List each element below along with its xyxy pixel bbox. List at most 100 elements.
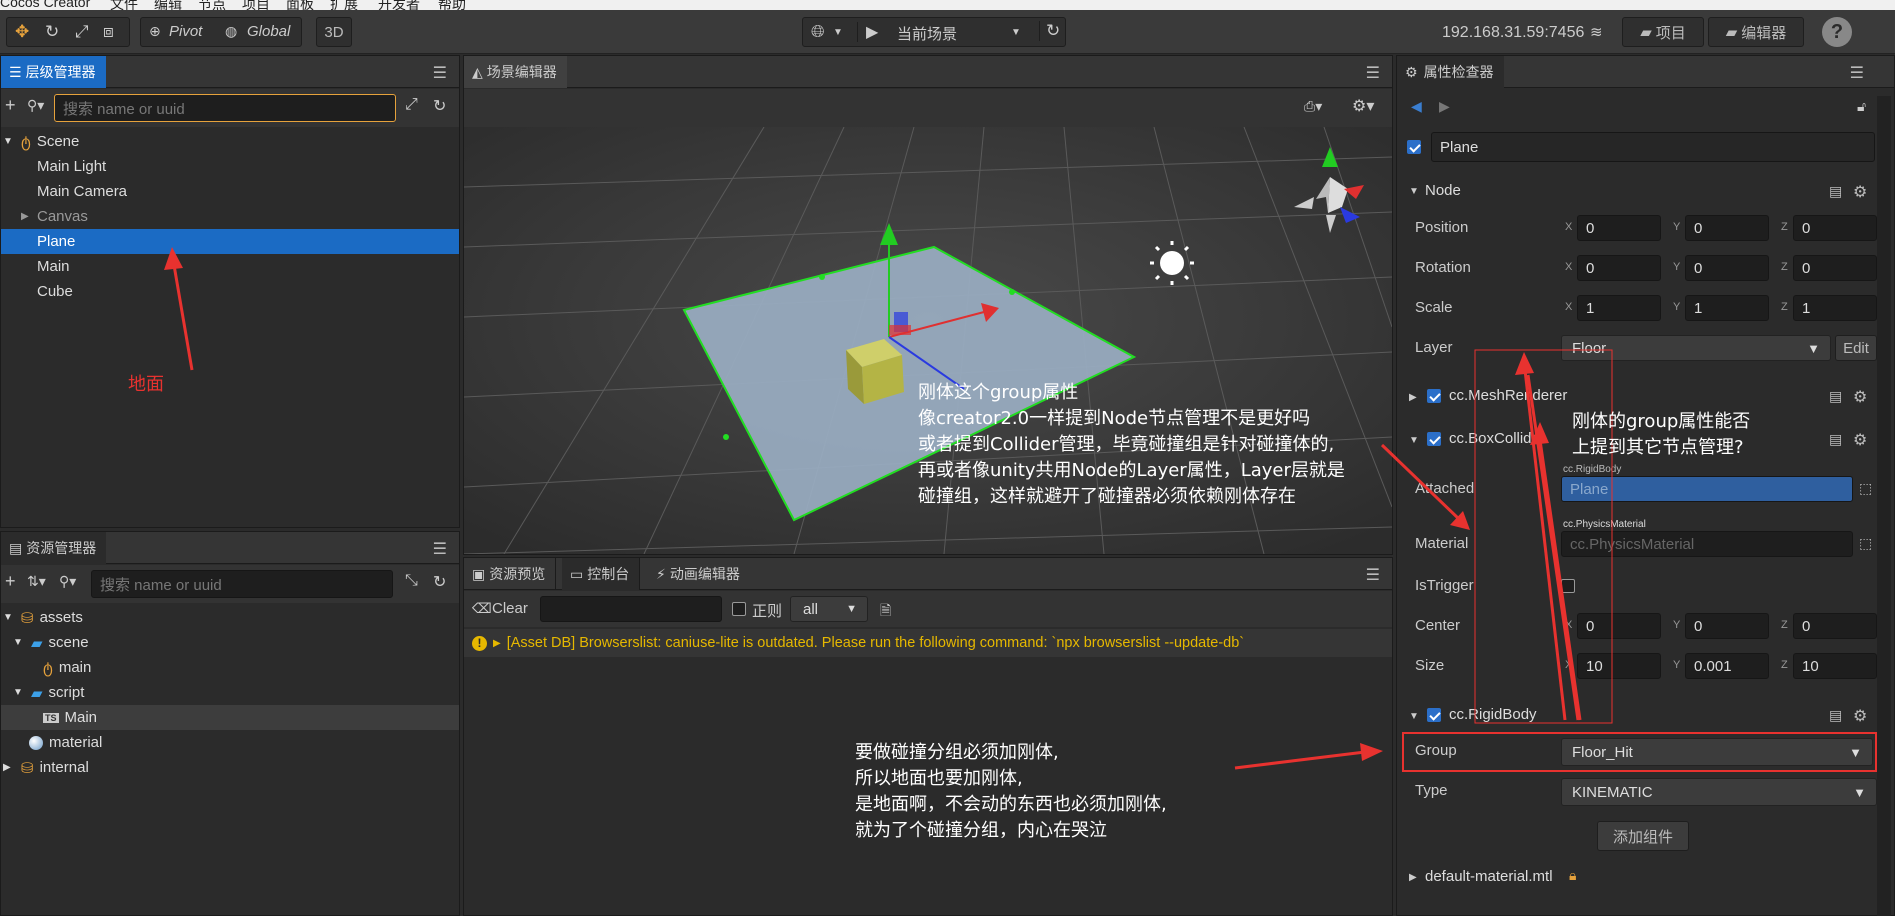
console-filter-input[interactable] xyxy=(540,596,722,622)
log-level-select[interactable]: all ▼ xyxy=(790,596,868,622)
asset-item-assets[interactable]: ▼ ⛁ assets xyxy=(1,605,459,630)
tree-item-scene[interactable]: ▼ ტ Scene xyxy=(1,129,459,154)
book-icon[interactable]: ▤ xyxy=(1829,707,1842,724)
caret-right-icon[interactable]: ▶ xyxy=(21,211,37,222)
asset-item-material[interactable]: material xyxy=(1,730,459,755)
menu-app[interactable]: Cocos Creator xyxy=(0,0,90,10)
gear-icon[interactable]: ⚙ xyxy=(1853,387,1867,407)
book-icon[interactable]: ▤ xyxy=(1829,183,1842,200)
tree-item-main-light[interactable]: Main Light xyxy=(1,154,459,179)
tab-asset-preview[interactable]: ▣ 资源预览 xyxy=(464,558,557,590)
menu-help[interactable]: 帮助 xyxy=(438,0,466,10)
pivot-button[interactable]: Pivot xyxy=(169,23,202,40)
caret-down-icon[interactable]: ▼ xyxy=(13,637,27,648)
clear-button[interactable]: Clear xyxy=(492,600,528,617)
add-icon[interactable]: + xyxy=(5,571,16,592)
tree-item-main[interactable]: Main xyxy=(1,254,459,279)
menu-panel[interactable]: 面板 xyxy=(286,0,314,10)
caret-right-icon[interactable]: ▶ xyxy=(3,762,17,773)
gear-icon[interactable]: ⚙ xyxy=(1853,182,1867,202)
node-active-checkbox[interactable] xyxy=(1407,140,1421,154)
scrollbar[interactable] xyxy=(1877,96,1891,916)
rotate-tool-icon[interactable]: ↻ xyxy=(45,22,59,42)
gear-icon[interactable]: ⚙▾ xyxy=(1352,96,1374,116)
position-z-input[interactable]: 0 xyxy=(1793,215,1877,241)
collapse-icon[interactable]: ⤡ xyxy=(405,572,418,590)
scene-select[interactable]: 当前场景 xyxy=(897,23,957,44)
pick-target-icon[interactable]: ⬚ xyxy=(1859,480,1872,497)
menu-icon[interactable]: ☰ xyxy=(1366,63,1380,83)
menu-project[interactable]: 项目 xyxy=(242,0,270,10)
caret-right-icon[interactable]: ▶ xyxy=(1409,872,1417,883)
physics-material-field[interactable]: cc.PhysicsMaterial xyxy=(1561,531,1853,557)
book-icon[interactable]: ▤ xyxy=(1829,388,1842,405)
rotation-x-input[interactable]: 0 xyxy=(1577,255,1661,281)
mesh-renderer-checkbox[interactable] xyxy=(1427,389,1441,403)
assets-search-input[interactable]: 搜索 name or uuid xyxy=(91,570,393,598)
tab-console[interactable]: ▭ 控制台 xyxy=(562,558,641,590)
attached-field[interactable]: Plane xyxy=(1561,476,1853,502)
asset-item-main-script[interactable]: TS Main xyxy=(1,705,459,730)
tab-inspector[interactable]: ⚙ 属性检查器 xyxy=(1397,56,1504,88)
sort-icon[interactable]: ⇅▾ xyxy=(27,573,46,590)
play-icon[interactable]: ▶ xyxy=(857,22,878,42)
add-icon[interactable]: + xyxy=(5,95,16,116)
caret-down-icon[interactable]: ▼ xyxy=(13,687,27,698)
project-button[interactable]: ▰ 项目 xyxy=(1622,17,1704,47)
center-y-input[interactable]: 0 xyxy=(1685,613,1769,639)
tree-item-canvas[interactable]: ▶ Canvas xyxy=(1,204,459,229)
camera-icon[interactable]: ⎙▾ xyxy=(1304,98,1322,115)
search-icon[interactable]: ⚲▾ xyxy=(27,97,44,114)
tab-assets[interactable]: ▤ 资源管理器 xyxy=(1,532,107,564)
pick-target-icon[interactable]: ⬚ xyxy=(1859,535,1872,552)
asset-item-script-folder[interactable]: ▼ ▰ script xyxy=(1,680,459,705)
is-trigger-checkbox[interactable] xyxy=(1561,579,1575,593)
rotation-y-input[interactable]: 0 xyxy=(1685,255,1769,281)
tab-scene-editor[interactable]: ◭ 场景编辑器 xyxy=(464,56,567,88)
scale-y-input[interactable]: 1 xyxy=(1685,295,1769,321)
refresh-icon[interactable]: ↻ xyxy=(433,96,446,116)
layer-edit-button[interactable]: Edit xyxy=(1835,335,1877,361)
caret-down-icon[interactable]: ▼ xyxy=(1409,186,1419,197)
forward-arrow-icon[interactable]: ▶ xyxy=(1439,98,1450,115)
help-button[interactable]: ? xyxy=(1822,17,1852,47)
gizmo-handle[interactable] xyxy=(1009,289,1015,295)
search-icon[interactable]: ⚲▾ xyxy=(59,573,76,590)
tree-item-cube[interactable]: Cube xyxy=(1,279,459,304)
console-log-row[interactable]: ! ▶ [Asset DB] Browserslist: caniuse-lit… xyxy=(464,629,1392,657)
refresh-icon[interactable]: ↻ xyxy=(1039,21,1060,41)
lock-icon[interactable]: 🔓︎ xyxy=(1857,98,1866,115)
refresh-icon[interactable]: ↻ xyxy=(433,572,446,592)
gizmo-handle[interactable] xyxy=(723,434,729,440)
menu-file[interactable]: 文件 xyxy=(110,0,138,10)
regex-checkbox[interactable] xyxy=(732,602,746,616)
move-tool-icon[interactable]: ✥ xyxy=(15,22,29,42)
caret-right-icon[interactable]: ▶ xyxy=(1409,392,1417,403)
position-x-input[interactable]: 0 xyxy=(1577,215,1661,241)
rect-tool-icon[interactable]: ⧈ xyxy=(103,22,114,42)
browser-globe-icon[interactable]: 🌐︎ xyxy=(811,22,825,42)
type-select[interactable]: KINEMATIC ▼ xyxy=(1561,778,1877,806)
hierarchy-search-input[interactable]: 搜索 name or uuid xyxy=(54,94,396,122)
size-z-input[interactable]: 10 xyxy=(1793,653,1877,679)
3d-toggle-button[interactable]: 3D xyxy=(316,17,352,47)
file-icon[interactable]: 🗎︎ xyxy=(880,600,891,624)
size-x-input[interactable]: 10 xyxy=(1577,653,1661,679)
node-name-input[interactable]: Plane xyxy=(1431,132,1875,162)
rigid-body-checkbox[interactable] xyxy=(1427,708,1441,722)
menu-icon[interactable]: ☰ xyxy=(1850,63,1864,83)
menu-node[interactable]: 节点 xyxy=(198,0,226,10)
scale-tool-icon[interactable]: ⤢ xyxy=(75,22,89,42)
menu-icon[interactable]: ☰ xyxy=(433,63,447,83)
asset-item-main-scene[interactable]: ტ main xyxy=(1,655,459,680)
tab-animation-editor[interactable]: ⚡︎ 动画编辑器 xyxy=(648,558,750,590)
menu-icon[interactable]: ☰ xyxy=(1366,565,1380,585)
tab-hierarchy[interactable]: ☰ 层级管理器 xyxy=(1,56,106,88)
caret-right-icon[interactable]: ▶ xyxy=(493,638,501,649)
rotation-z-input[interactable]: 0 xyxy=(1793,255,1877,281)
size-y-input[interactable]: 0.001 xyxy=(1685,653,1769,679)
center-x-input[interactable]: 0 xyxy=(1577,613,1661,639)
expand-icon[interactable]: ⤢ xyxy=(405,96,418,114)
gear-icon[interactable]: ⚙ xyxy=(1853,706,1867,726)
tree-item-main-camera[interactable]: Main Camera xyxy=(1,179,459,204)
